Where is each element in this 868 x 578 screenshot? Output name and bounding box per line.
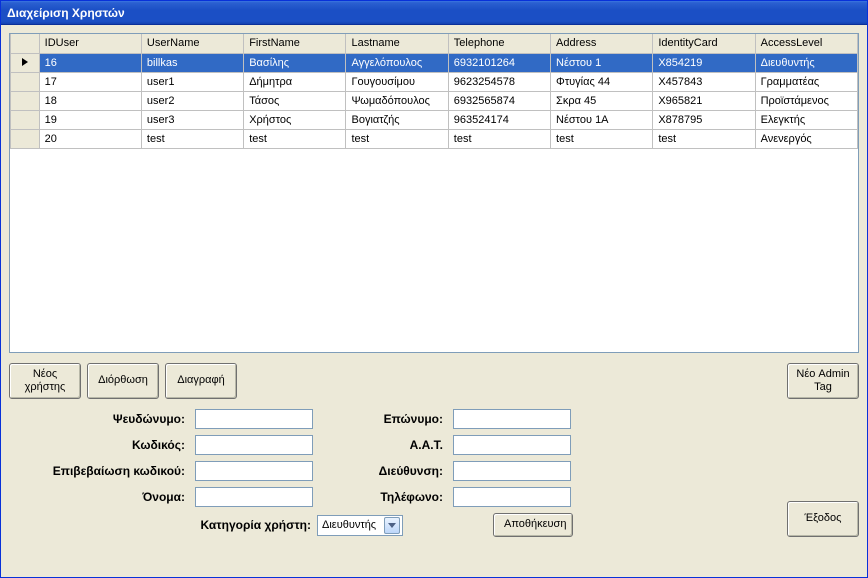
confirm-password-field[interactable] (195, 461, 313, 481)
cell[interactable]: X878795 (653, 110, 755, 129)
cell[interactable]: Βασίλης (244, 53, 346, 72)
table-row[interactable]: 19user3ΧρήστοςΒογιατζής963524174Νέστου 1… (11, 110, 858, 129)
idcard-field[interactable] (453, 435, 571, 455)
cell[interactable]: 18 (39, 91, 141, 110)
username-field[interactable] (195, 409, 313, 429)
cell[interactable]: 20 (39, 129, 141, 148)
col-identitycard[interactable]: IdentityCard (653, 34, 755, 53)
window-content: IDUser UserName FirstName Lastname Telep… (1, 25, 867, 577)
save-button[interactable]: Αποθήκευση (493, 513, 573, 537)
cell[interactable]: Βογιατζής (346, 110, 448, 129)
cell[interactable]: billkas (141, 53, 243, 72)
cell[interactable]: test (551, 129, 653, 148)
grid-corner (11, 34, 40, 53)
row-header[interactable] (11, 91, 40, 110)
phone-field[interactable] (453, 487, 571, 507)
cell[interactable]: user3 (141, 110, 243, 129)
cell[interactable]: Διευθυντής (755, 53, 857, 72)
users-grid[interactable]: IDUser UserName FirstName Lastname Telep… (9, 33, 859, 353)
col-address[interactable]: Address (551, 34, 653, 53)
exit-area: Έξοδος (583, 409, 859, 537)
col-telephone[interactable]: Telephone (448, 34, 550, 53)
cell[interactable]: Προϊστάμενος (755, 91, 857, 110)
cell[interactable]: Ανενεργός (755, 129, 857, 148)
row-pointer-icon (22, 58, 28, 66)
cell[interactable]: test (448, 129, 550, 148)
user-form: Ψευδώνυμο: Επώνυμο: Κωδικός: Α.Α.Τ. Επιβ… (9, 409, 573, 537)
grid-header-row: IDUser UserName FirstName Lastname Telep… (11, 34, 858, 53)
label-confirm: Επιβεβαίωση κωδικού: (19, 464, 189, 478)
chevron-down-icon[interactable] (384, 517, 400, 534)
cell[interactable]: user1 (141, 72, 243, 91)
table-row[interactable]: 18user2ΤάσοςΨωμαδόπουλος6932565874Σκρα 4… (11, 91, 858, 110)
edit-button[interactable]: Διόρθωση (87, 363, 159, 399)
cell[interactable]: 9623254578 (448, 72, 550, 91)
col-iduser[interactable]: IDUser (39, 34, 141, 53)
firstname-field[interactable] (195, 487, 313, 507)
cell[interactable]: Νέστου 1 (551, 53, 653, 72)
label-category: Κατηγορία χρήστη: (19, 518, 315, 532)
col-accesslevel[interactable]: AccessLevel (755, 34, 857, 53)
lastname-field[interactable] (453, 409, 571, 429)
label-firstname: Όνομα: (19, 490, 189, 504)
cell[interactable]: 19 (39, 110, 141, 129)
cell[interactable]: Ελεγκτής (755, 110, 857, 129)
cell[interactable]: Νέστου 1Α (551, 110, 653, 129)
row-header[interactable] (11, 53, 40, 72)
row-header[interactable] (11, 72, 40, 91)
cell[interactable]: test (346, 129, 448, 148)
label-lastname: Επώνυμο: (367, 412, 447, 426)
label-address: Διεύθυνση: (367, 464, 447, 478)
bottom-row: Ψευδώνυμο: Επώνυμο: Κωδικός: Α.Α.Τ. Επιβ… (9, 409, 859, 537)
col-username[interactable]: UserName (141, 34, 243, 53)
cell[interactable]: test (141, 129, 243, 148)
cell[interactable]: 16 (39, 53, 141, 72)
col-lastname[interactable]: Lastname (346, 34, 448, 53)
cell[interactable]: 17 (39, 72, 141, 91)
action-toolbar: Νέοςχρήστης Διόρθωση Διαγραφή Νέο AdminT… (9, 363, 859, 399)
cell[interactable]: Γουγουσίμου (346, 72, 448, 91)
user-management-window: Διαχείριση Χρηστών IDUser UserName First… (0, 0, 868, 578)
table-row[interactable]: 17user1ΔήμητραΓουγουσίμου9623254578Φτυγί… (11, 72, 858, 91)
row-header[interactable] (11, 129, 40, 148)
category-combobox[interactable]: Διευθυντής (317, 515, 403, 536)
cell[interactable]: test (653, 129, 755, 148)
label-phone: Τηλέφωνο: (367, 490, 447, 504)
col-firstname[interactable]: FirstName (244, 34, 346, 53)
row-header[interactable] (11, 110, 40, 129)
exit-button[interactable]: Έξοδος (787, 501, 859, 537)
new-admin-tag-button[interactable]: Νέο AdminTag (787, 363, 859, 399)
cell[interactable]: Γραμματέας (755, 72, 857, 91)
cell[interactable]: X965821 (653, 91, 755, 110)
titlebar[interactable]: Διαχείριση Χρηστών (1, 1, 867, 25)
cell[interactable]: X854219 (653, 53, 755, 72)
label-password: Κωδικός: (19, 438, 189, 452)
cell[interactable]: test (244, 129, 346, 148)
table-row[interactable]: 20testtesttesttesttesttestΑνενεργός (11, 129, 858, 148)
cell[interactable]: 6932101264 (448, 53, 550, 72)
cell[interactable]: Χρήστος (244, 110, 346, 129)
cell[interactable]: 6932565874 (448, 91, 550, 110)
password-field[interactable] (195, 435, 313, 455)
cell[interactable]: Τάσος (244, 91, 346, 110)
label-idcard: Α.Α.Τ. (367, 438, 447, 452)
cell[interactable]: Σκρα 45 (551, 91, 653, 110)
cell[interactable]: Ψωμαδόπουλος (346, 91, 448, 110)
window-title: Διαχείριση Χρηστών (7, 6, 125, 20)
new-user-button[interactable]: Νέοςχρήστης (9, 363, 81, 399)
category-value: Διευθυντής (322, 519, 384, 531)
label-username: Ψευδώνυμο: (19, 412, 189, 426)
address-field[interactable] (453, 461, 571, 481)
table-row[interactable]: 16billkasΒασίληςΑγγελόπουλος6932101264Νέ… (11, 53, 858, 72)
cell[interactable]: Φτυγίας 44 (551, 72, 653, 91)
delete-button[interactable]: Διαγραφή (165, 363, 237, 399)
cell[interactable]: Αγγελόπουλος (346, 53, 448, 72)
cell[interactable]: user2 (141, 91, 243, 110)
cell[interactable]: 963524174 (448, 110, 550, 129)
cell[interactable]: X457843 (653, 72, 755, 91)
cell[interactable]: Δήμητρα (244, 72, 346, 91)
